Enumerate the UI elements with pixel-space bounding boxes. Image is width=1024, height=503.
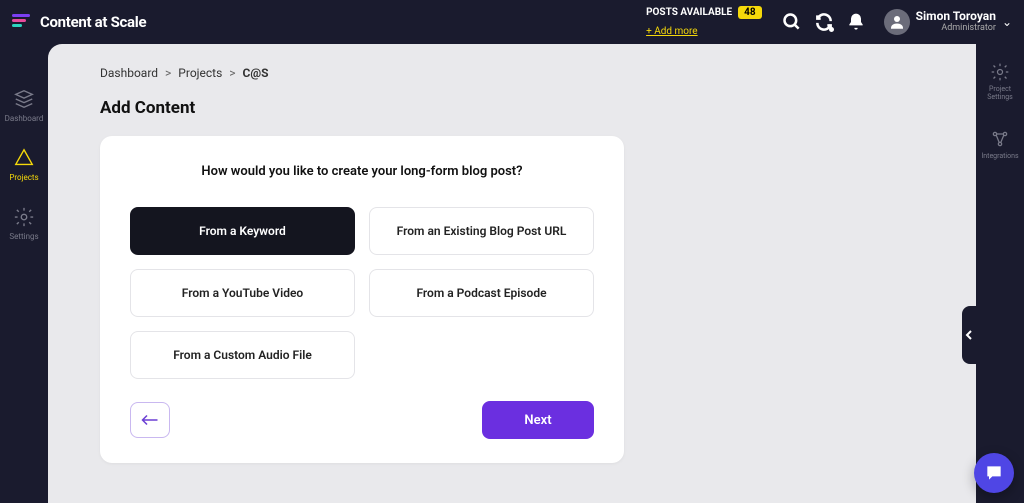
sidebar-item-label: Settings [9,232,38,241]
notifications-icon[interactable] [842,8,870,36]
sidebar-item-projects[interactable]: Projects [9,147,38,182]
collapse-right-panel[interactable] [962,306,976,364]
sidebar-item-label: Dashboard [5,114,44,123]
option-keyword[interactable]: From a Keyword [130,207,355,255]
topbar: Content at Scale POSTS AVAILABLE 48 + Ad… [0,0,1024,44]
right-item-label: Integrations [981,153,1018,161]
sidebar-item-label: Projects [9,173,38,182]
user-name: Simon Toroyan [916,10,996,23]
right-sidebar: Project Settings Integrations [976,44,1024,503]
avatar [884,9,910,35]
option-youtube[interactable]: From a YouTube Video [130,269,355,317]
breadcrumb-sep: > [229,66,235,80]
logo-icon [12,14,32,30]
right-item-label: Project Settings [976,86,1024,101]
right-item-project-settings[interactable]: Project Settings [976,62,1024,101]
posts-count-badge: 48 [738,6,761,19]
chevron-down-icon: ⌄ [1002,15,1012,29]
search-icon[interactable] [778,8,806,36]
card-question: How would you like to create your long-f… [130,164,594,179]
page-title: Add Content [100,98,976,118]
option-podcast[interactable]: From a Podcast Episode [369,269,594,317]
create-content-card: How would you like to create your long-f… [100,136,624,463]
breadcrumb-projects[interactable]: Projects [178,66,222,80]
user-role: Administrator [916,24,996,34]
left-sidebar: Dashboard Projects Settings [0,44,48,503]
breadcrumb: Dashboard > Projects > C@S [100,66,976,80]
brand-logo[interactable]: Content at Scale [12,13,146,31]
option-audio[interactable]: From a Custom Audio File [130,331,355,379]
next-button[interactable]: Next [482,401,594,439]
breadcrumb-sep: > [165,66,171,80]
user-menu[interactable]: Simon Toroyan Administrator ⌄ [878,9,1012,35]
breadcrumb-dashboard[interactable]: Dashboard [100,66,158,80]
brand-name: Content at Scale [40,13,146,31]
add-more-link[interactable]: + Add more [646,26,698,37]
chat-fab[interactable] [974,453,1014,493]
posts-available: POSTS AVAILABLE 48 + Add more [646,6,762,38]
sidebar-item-dashboard[interactable]: Dashboard [5,88,44,123]
option-url[interactable]: From an Existing Blog Post URL [369,207,594,255]
breadcrumb-current: C@S [243,66,269,80]
sidebar-item-settings[interactable]: Settings [9,206,38,241]
posts-available-label: POSTS AVAILABLE [646,7,732,18]
back-button[interactable] [130,402,170,438]
main-content: Dashboard > Projects > C@S Add Content H… [48,44,976,503]
right-item-integrations[interactable]: Integrations [981,129,1018,161]
refresh-icon[interactable] [810,8,838,36]
